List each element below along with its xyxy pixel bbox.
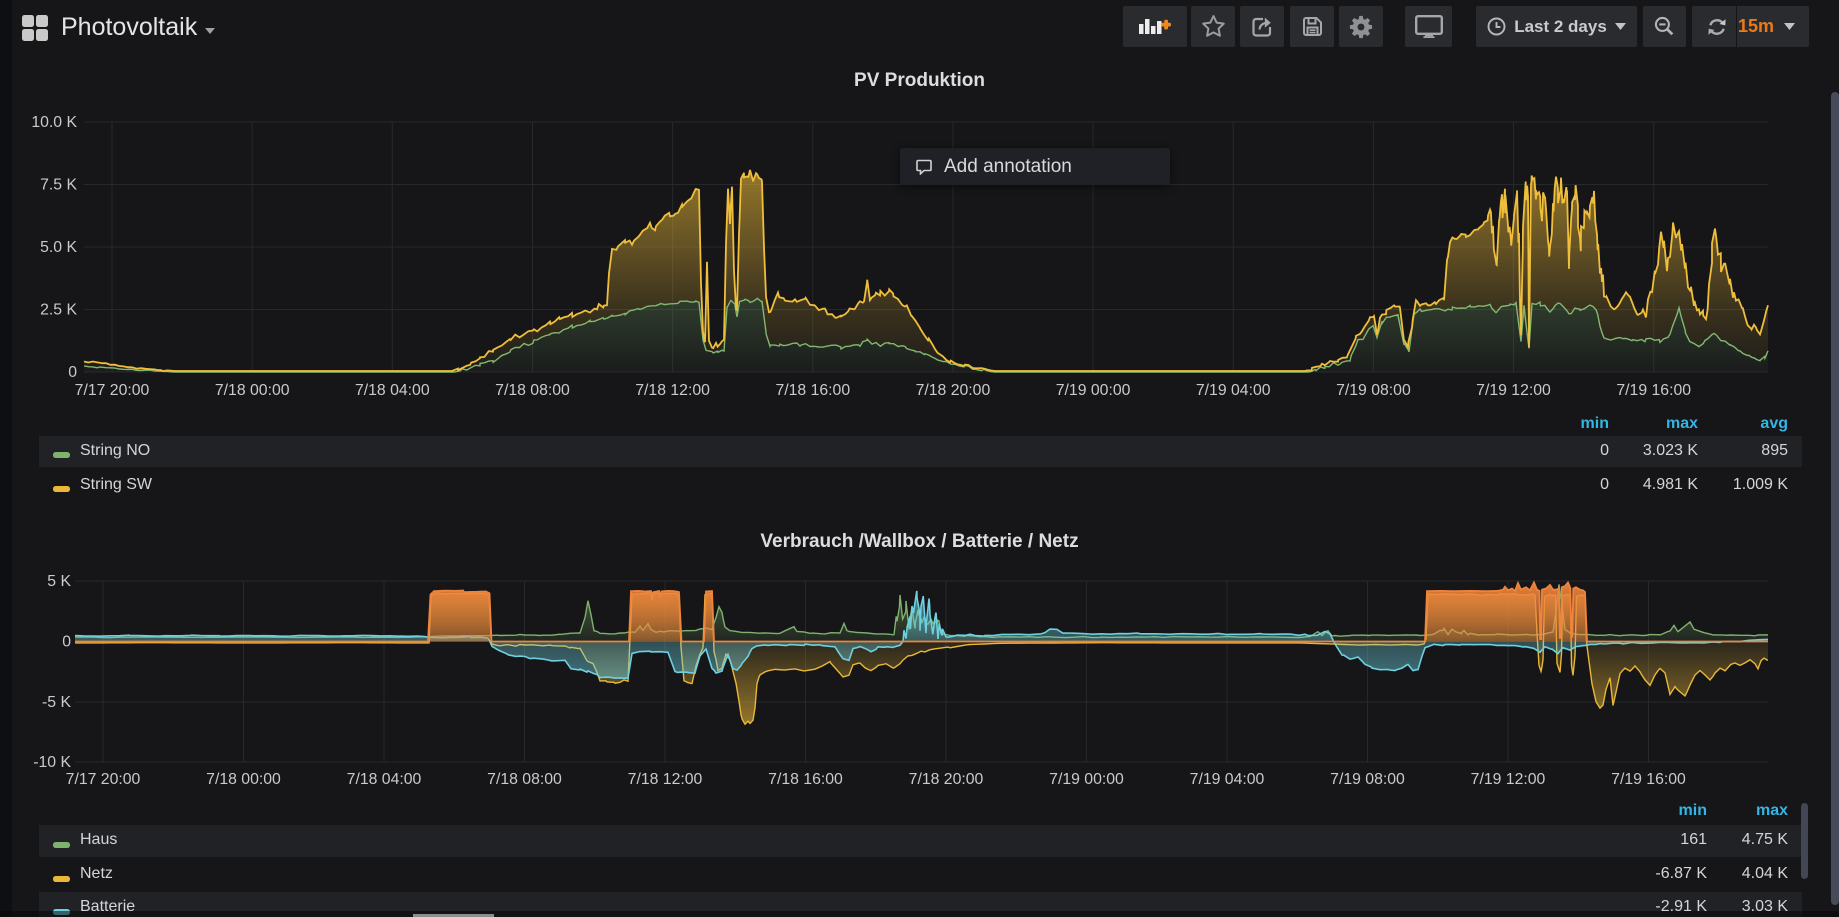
svg-text:7/18 16:00: 7/18 16:00 <box>775 382 850 399</box>
svg-text:7/18 00:00: 7/18 00:00 <box>215 382 290 399</box>
svg-text:5 K: 5 K <box>47 573 71 590</box>
svg-text:7/18 08:00: 7/18 08:00 <box>487 771 562 788</box>
svg-text:7/19 16:00: 7/19 16:00 <box>1616 382 1691 399</box>
svg-text:7/19 08:00: 7/19 08:00 <box>1336 382 1411 399</box>
svg-text:7.5 K: 7.5 K <box>40 177 77 194</box>
svg-text:7/18 16:00: 7/18 16:00 <box>768 771 843 788</box>
svg-text:7/19 08:00: 7/19 08:00 <box>1330 771 1405 788</box>
svg-text:7/19 04:00: 7/19 04:00 <box>1190 771 1265 788</box>
svg-text:7/17 20:00: 7/17 20:00 <box>75 382 150 399</box>
svg-text:-10 K: -10 K <box>33 754 71 771</box>
svg-text:7/18 12:00: 7/18 12:00 <box>628 771 703 788</box>
svg-text:7/18 20:00: 7/18 20:00 <box>916 382 991 399</box>
svg-text:7/19 12:00: 7/19 12:00 <box>1476 382 1551 399</box>
svg-text:7/19 16:00: 7/19 16:00 <box>1611 771 1686 788</box>
svg-text:7/18 04:00: 7/18 04:00 <box>355 382 430 399</box>
svg-text:7/18 20:00: 7/18 20:00 <box>909 771 984 788</box>
svg-text:7/18 08:00: 7/18 08:00 <box>495 382 570 399</box>
svg-text:0: 0 <box>68 364 77 381</box>
svg-text:7/19 04:00: 7/19 04:00 <box>1196 382 1271 399</box>
svg-text:0: 0 <box>62 634 71 651</box>
svg-text:-5 K: -5 K <box>42 694 71 711</box>
svg-text:7/19 00:00: 7/19 00:00 <box>1056 382 1131 399</box>
svg-text:10.0 K: 10.0 K <box>31 114 77 131</box>
svg-text:7/17 20:00: 7/17 20:00 <box>66 771 141 788</box>
svg-text:7/19 12:00: 7/19 12:00 <box>1471 771 1546 788</box>
svg-text:7/18 00:00: 7/18 00:00 <box>206 771 281 788</box>
svg-text:2.5 K: 2.5 K <box>40 302 77 319</box>
svg-text:5.0 K: 5.0 K <box>40 239 77 256</box>
svg-text:7/18 04:00: 7/18 04:00 <box>347 771 422 788</box>
svg-text:7/19 00:00: 7/19 00:00 <box>1049 771 1124 788</box>
svg-text:7/18 12:00: 7/18 12:00 <box>635 382 710 399</box>
